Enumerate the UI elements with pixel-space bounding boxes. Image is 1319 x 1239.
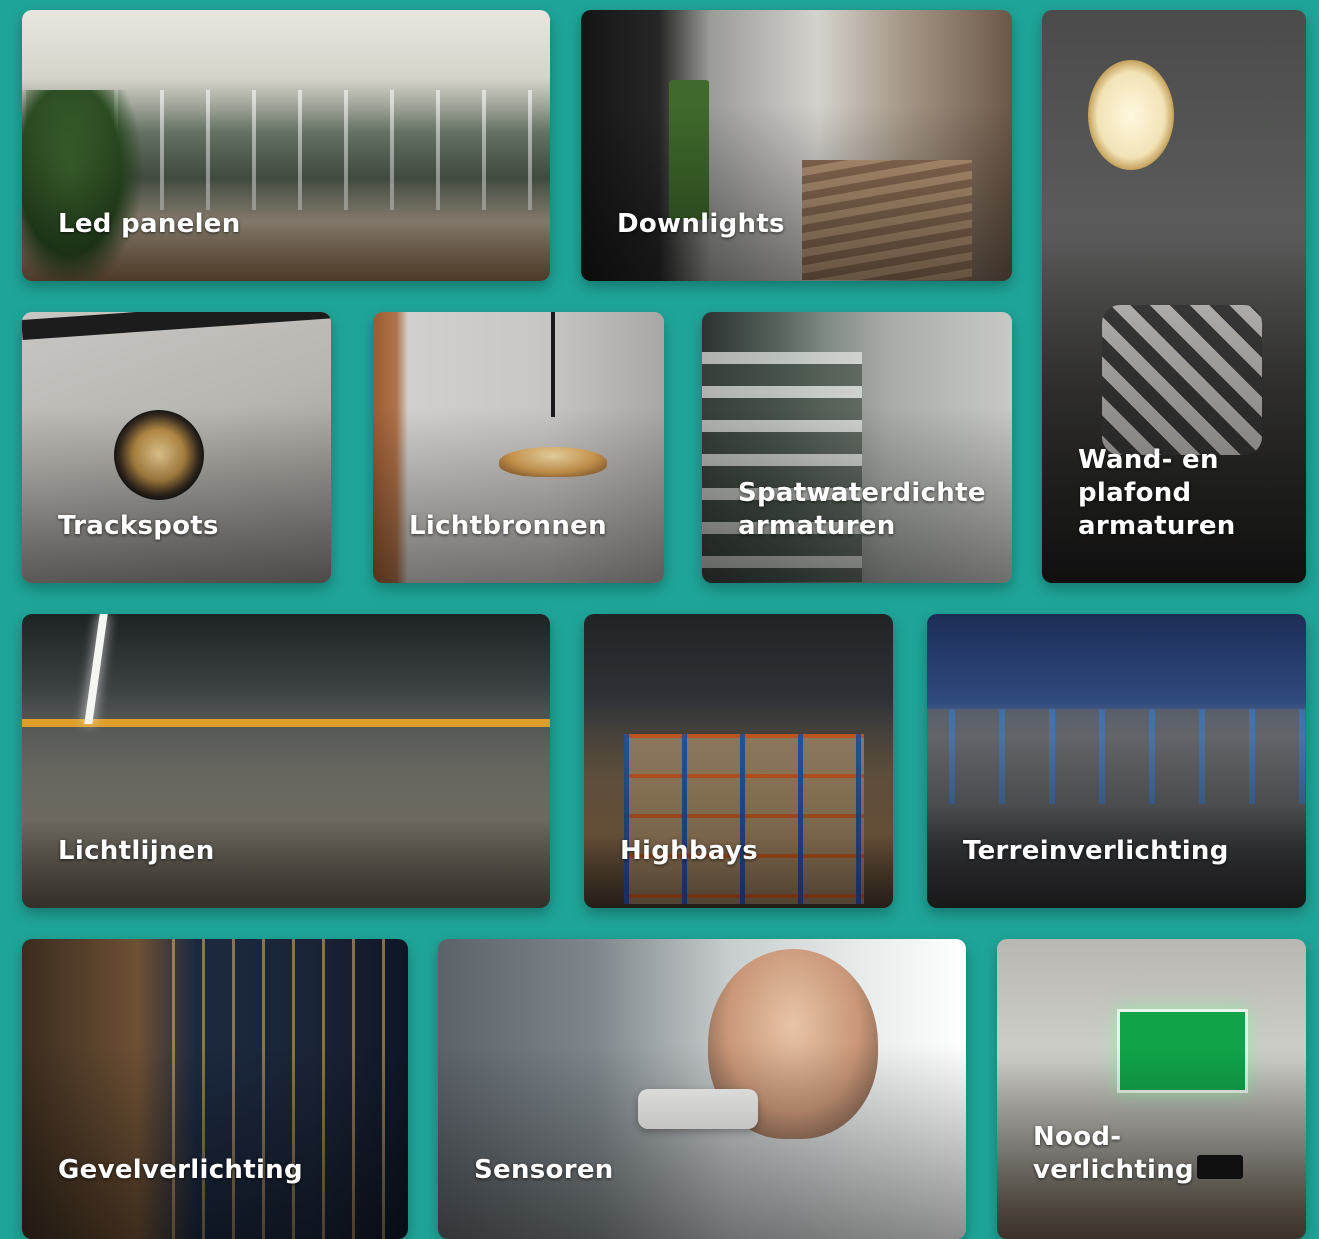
category-tile-trackspots[interactable]: Trackspots <box>22 312 331 583</box>
category-tile-lichtlijnen[interactable]: Lichtlijnen <box>22 614 550 908</box>
category-tile-highbays[interactable]: Highbays <box>584 614 893 908</box>
category-tile-gevelverlichting[interactable]: Gevelverlichting <box>22 939 408 1239</box>
tile-label: Led panelen <box>58 209 241 239</box>
tile-label: Spatwaterdichte armaturen <box>738 478 986 541</box>
tile-shade <box>22 939 408 1239</box>
tile-label: Nood- verlichting <box>1033 1122 1194 1185</box>
category-tile-terreinverlichting[interactable]: Terreinverlichting <box>927 614 1306 908</box>
tile-label: Downlights <box>617 209 785 239</box>
category-tile-downlights[interactable]: Downlights <box>581 10 1012 281</box>
tile-shade <box>997 939 1306 1239</box>
tile-label: Trackspots <box>58 511 219 541</box>
category-tile-wand-plafond-armaturen[interactable]: Wand- en plafond armaturen <box>1042 10 1306 583</box>
category-tile-lichtbronnen[interactable]: Lichtbronnen <box>373 312 664 583</box>
category-tile-spatwaterdichte-armaturen[interactable]: Spatwaterdichte armaturen <box>702 312 1012 583</box>
tile-label: Lichtlijnen <box>58 836 215 866</box>
category-tile-noodverlichting[interactable]: Nood- verlichting <box>997 939 1306 1239</box>
category-tile-led-panelen[interactable]: Led panelen <box>22 10 550 281</box>
tile-label: Wand- en plafond armaturen <box>1078 445 1236 541</box>
tile-label: Gevelverlichting <box>58 1155 303 1185</box>
tile-label: Highbays <box>620 836 758 866</box>
tile-label: Lichtbronnen <box>409 511 607 541</box>
tile-label: Terreinverlichting <box>963 836 1229 866</box>
category-tile-sensoren[interactable]: Sensoren <box>438 939 966 1239</box>
tile-label: Sensoren <box>474 1155 614 1185</box>
tile-shade <box>438 939 966 1239</box>
